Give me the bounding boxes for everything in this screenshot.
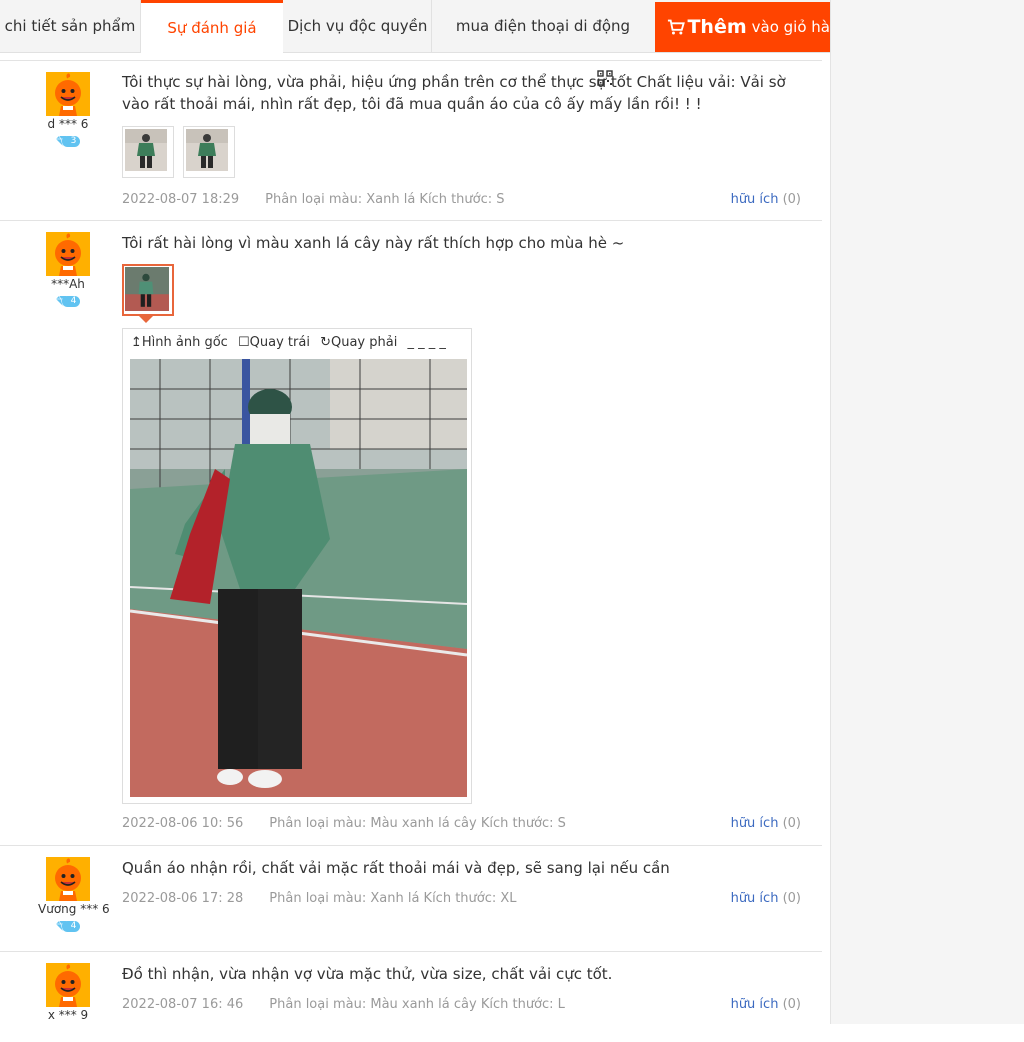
reviewer: d *** 6 3 (38, 72, 98, 150)
helpful-control: hữu ích (0) (731, 816, 801, 831)
review-date: 2022-08-06 17: 28 (122, 891, 244, 906)
helpful-control: hữu ích (0) (731, 891, 801, 906)
avatar-mascot-icon (46, 857, 90, 901)
review-date: 2022-08-06 10: 56 (122, 816, 244, 831)
review-photo (125, 267, 169, 311)
tab-product-details[interactable]: chi tiết sản phẩm (0, 0, 141, 52)
review-photo (186, 129, 228, 171)
review-date: 2022-08-07 16: 46 (122, 997, 244, 1012)
review-text: Quần áo nhận rồi, chất vải mặc rất thoải… (122, 859, 670, 877)
main-panel: chi tiết sản phẩm Sự đánh giá Dịch vụ độ… (0, 0, 831, 1024)
vip-level: 3 (61, 135, 81, 147)
vip-badge: 4 (56, 920, 81, 932)
helpful-link[interactable]: hữu ích (731, 997, 779, 1012)
selected-caret (139, 316, 153, 323)
vip-badge: 4 (56, 295, 81, 307)
rotate-left-button[interactable]: ☐Quay trái (238, 335, 310, 350)
review-photo (125, 129, 167, 171)
helpful-control: hữu ích (0) (731, 997, 801, 1012)
review-meta: 2022-08-07 16: 46 Phân loại màu: Màu xanh… (122, 997, 802, 1012)
review-photo-thumb[interactable] (183, 126, 235, 178)
avatar-mascot-icon (46, 72, 90, 116)
add-to-cart-button[interactable]: Thêm vào giỏ hà (655, 2, 830, 52)
helpful-link[interactable]: hữu ích (731, 192, 779, 207)
reviewer-name: d *** 6 (47, 117, 89, 131)
helpful-count: (0) (782, 816, 801, 831)
review-text: Tôi thực sự hài lòng, vừa phải, hiệu ứng… (122, 73, 786, 113)
cart-icon (667, 19, 685, 35)
tab-mobile-purchase[interactable]: mua điện thoại di động (432, 0, 654, 52)
viewer-toolbar: ↥Hình ảnh gốc ☐Quay trái ↻Quay phải _ _ … (131, 335, 446, 350)
tab-bar: chi tiết sản phẩm Sự đánh giá Dịch vụ độ… (0, 0, 830, 54)
vip-level: 4 (61, 920, 81, 932)
helpful-link[interactable]: hữu ích (731, 816, 779, 831)
review-classification: Phân loại màu: Màu xanh lá cây Kích thướ… (269, 997, 565, 1012)
vip-level: 4 (61, 295, 81, 307)
review-photo-large (130, 359, 467, 797)
review-meta: 2022-08-06 10: 56 Phân loại màu: Màu xanh… (122, 816, 802, 831)
side-panel (831, 0, 1024, 1024)
review-classification: Phân loại màu: Xanh lá Kích thước: S (265, 192, 505, 207)
review-item: Vương *** 6 4 Quần áo nhận rồi, chất vải… (0, 846, 822, 952)
helpful-count: (0) (782, 997, 801, 1012)
vip-badge: 3 (56, 135, 81, 147)
review-classification: Phân loại màu: Xanh lá Kích thước: XL (269, 891, 517, 906)
review-photo-thumb[interactable] (122, 126, 174, 178)
helpful-count: (0) (782, 891, 801, 906)
helpful-count: (0) (782, 192, 801, 207)
add-to-cart-bold: Thêm (687, 16, 747, 38)
avatar-mascot-icon (46, 963, 90, 1007)
original-image-icon: ↥ (131, 335, 142, 350)
review-item: d *** 6 3 Tôi thực sự hài lòng, vừa phải… (0, 61, 822, 221)
reviewer: x *** 9 (38, 963, 98, 1022)
review-photo-thumb[interactable] (122, 264, 174, 316)
rotate-left-icon: ☐ (237, 335, 250, 350)
original-image-button[interactable]: ↥Hình ảnh gốc (131, 335, 228, 350)
avatar-mascot-icon (46, 232, 90, 276)
tab-exclusive-services[interactable]: Dịch vụ độc quyền (284, 0, 432, 52)
review-meta: 2022-08-06 17: 28 Phân loại màu: Xanh lá … (122, 891, 802, 906)
review-text: Đồ thì nhận, vừa nhận vợ vừa mặc thử, vừ… (122, 965, 613, 983)
helpful-link[interactable]: hữu ích (731, 891, 779, 906)
review-classification: Phân loại màu: Màu xanh lá cây Kích thướ… (269, 816, 566, 831)
review-text: Tôi rất hài lòng vì màu xanh lá cây này … (122, 234, 625, 252)
rotate-right-button[interactable]: ↻Quay phải (320, 335, 397, 350)
reviewer-name: x *** 9 (47, 1008, 89, 1022)
viewer-trailing: _ _ _ _ (407, 335, 446, 350)
qr-code-icon[interactable] (597, 70, 613, 86)
rotate-right-icon: ↻ (320, 335, 331, 350)
helpful-control: hữu ích (0) (731, 192, 801, 207)
reviewer: Vương *** 6 4 (38, 857, 110, 935)
review-item: x *** 9 Đồ thì nhận, vừa nhận vợ vừa mặc… (0, 952, 822, 1042)
review-meta: 2022-08-07 18:29 Phân loại màu: Xanh lá K… (122, 192, 802, 207)
reviewer-name: Vương *** 6 (38, 902, 110, 916)
reviewer: ***Ah 4 (38, 232, 98, 310)
reviewer-name: ***Ah (51, 277, 85, 291)
add-to-cart-rest: vào giỏ hà (751, 18, 830, 36)
image-viewer: ↥Hình ảnh gốc ☐Quay trái ↻Quay phải _ _ … (122, 328, 472, 804)
review-date: 2022-08-07 18:29 (122, 192, 240, 207)
tab-reviews[interactable]: Sự đánh giá (141, 0, 283, 54)
